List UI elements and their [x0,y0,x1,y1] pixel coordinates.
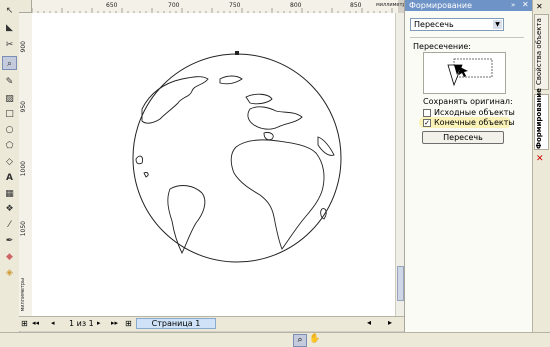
prev-first-icon[interactable]: ◂◂ [32,319,39,327]
tab-object-properties[interactable]: Свойства объекта [534,14,549,90]
close-icon[interactable]: ✕ [536,2,543,11]
eyedropper-icon[interactable]: ⁄ [2,218,17,232]
chevron-down-icon: ▼ [493,20,502,29]
freehand-tool-icon[interactable]: ✎ [2,75,17,89]
keep-original-label: Сохранять оригинал: [423,97,513,106]
toolbox: ↖ ◣ ✂ ⌕ ✎ ▨ □ ○ ⬠ ◇ A ▦ ❖ ⁄ ✒ ◆ ◈ [0,0,20,332]
ruler-label: 1050 [20,221,27,237]
text-tool-icon[interactable]: A [2,171,17,185]
rectangle-tool-icon[interactable]: □ [2,107,17,121]
ruler-corner[interactable] [19,0,32,13]
shaping-mode-value: Пересечь [414,20,454,29]
pick-tool-icon[interactable]: ↖ [2,4,17,18]
page-tab[interactable]: Страница 1 [136,318,216,329]
globe-drawing[interactable] [32,13,395,316]
smart-fill-icon[interactable]: ▨ [2,92,17,106]
crop-tool-icon[interactable]: ✂ [2,38,17,52]
horizontal-ruler[interactable]: 650 700 750 800 850 миллиметры [32,0,410,14]
page-navigation-bar: ⊞ ◂◂ ◂ 1 из 1 ▸ ▸▸ ⊞ Страница 1 ◂ ▸ [19,316,404,331]
blend-tool-icon[interactable]: ❖ [2,202,17,216]
tab-shaping[interactable]: Формирование [534,88,549,150]
pan-hand-icon[interactable]: ✋ [309,334,320,344]
source-objects-checkbox[interactable] [423,109,431,117]
section-label: Пересечение: [413,42,471,51]
drawing-canvas[interactable] [32,13,395,316]
shaping-docker: Формирование » ✕ Пересечь ▼ Пересечение:… [404,0,533,332]
zoom-icon[interactable]: ⌕ [293,334,307,347]
divider [410,37,524,38]
outline-tool-icon[interactable]: ✒ [2,234,17,248]
docker-collapse-icon[interactable]: » [511,1,515,9]
intersect-button[interactable]: Пересечь [422,131,504,144]
status-bar: ⌕ ✋ [0,332,550,347]
next-page-icon[interactable]: ▸ [97,319,101,327]
target-objects-checkbox[interactable]: ✓ [423,119,431,127]
ruler-label: 1000 [20,161,27,177]
interactive-fill-icon[interactable]: ◈ [2,266,17,280]
ruler-label: 950 [20,101,27,113]
ellipse-tool-icon[interactable]: ○ [2,123,17,137]
first-page-icon[interactable]: ⊞ [21,319,28,328]
page-counter: 1 из 1 [69,319,94,328]
shaping-mode-select[interactable]: Пересечь ▼ [410,18,504,31]
ruler-unit: миллиметры [20,278,26,312]
operation-preview [423,52,506,94]
add-page-icon[interactable]: ⊞ [125,319,132,328]
last-page-icon[interactable]: ▸▸ [111,319,118,327]
scroll-thumb[interactable] [397,266,404,301]
ruler-label: 900 [20,41,27,53]
zoom-tool-icon[interactable]: ⌕ [2,56,17,70]
basic-shapes-icon[interactable]: ◇ [2,155,17,169]
fill-tool-icon[interactable]: ◆ [2,250,17,264]
table-tool-icon[interactable]: ▦ [2,187,17,201]
close-icon[interactable]: ✕ [522,0,529,9]
docker-side-tabs: ✕ Свойства объекта Формирование ✕ [532,0,550,332]
shape-tool-icon[interactable]: ◣ [2,21,17,35]
vertical-ruler[interactable]: 900 950 1000 1050 миллиметры [19,13,33,317]
scroll-right-icon[interactable]: ▸ [388,318,392,327]
prev-page-icon[interactable]: ◂ [51,319,55,327]
close-icon[interactable]: ✕ [536,154,544,164]
node-handle[interactable] [235,51,239,55]
target-objects-label: Конечные объекты [434,118,515,127]
polygon-tool-icon[interactable]: ⬠ [2,139,17,153]
source-objects-label: Исходные объекты [434,108,515,117]
scroll-left-icon[interactable]: ◂ [367,318,371,327]
